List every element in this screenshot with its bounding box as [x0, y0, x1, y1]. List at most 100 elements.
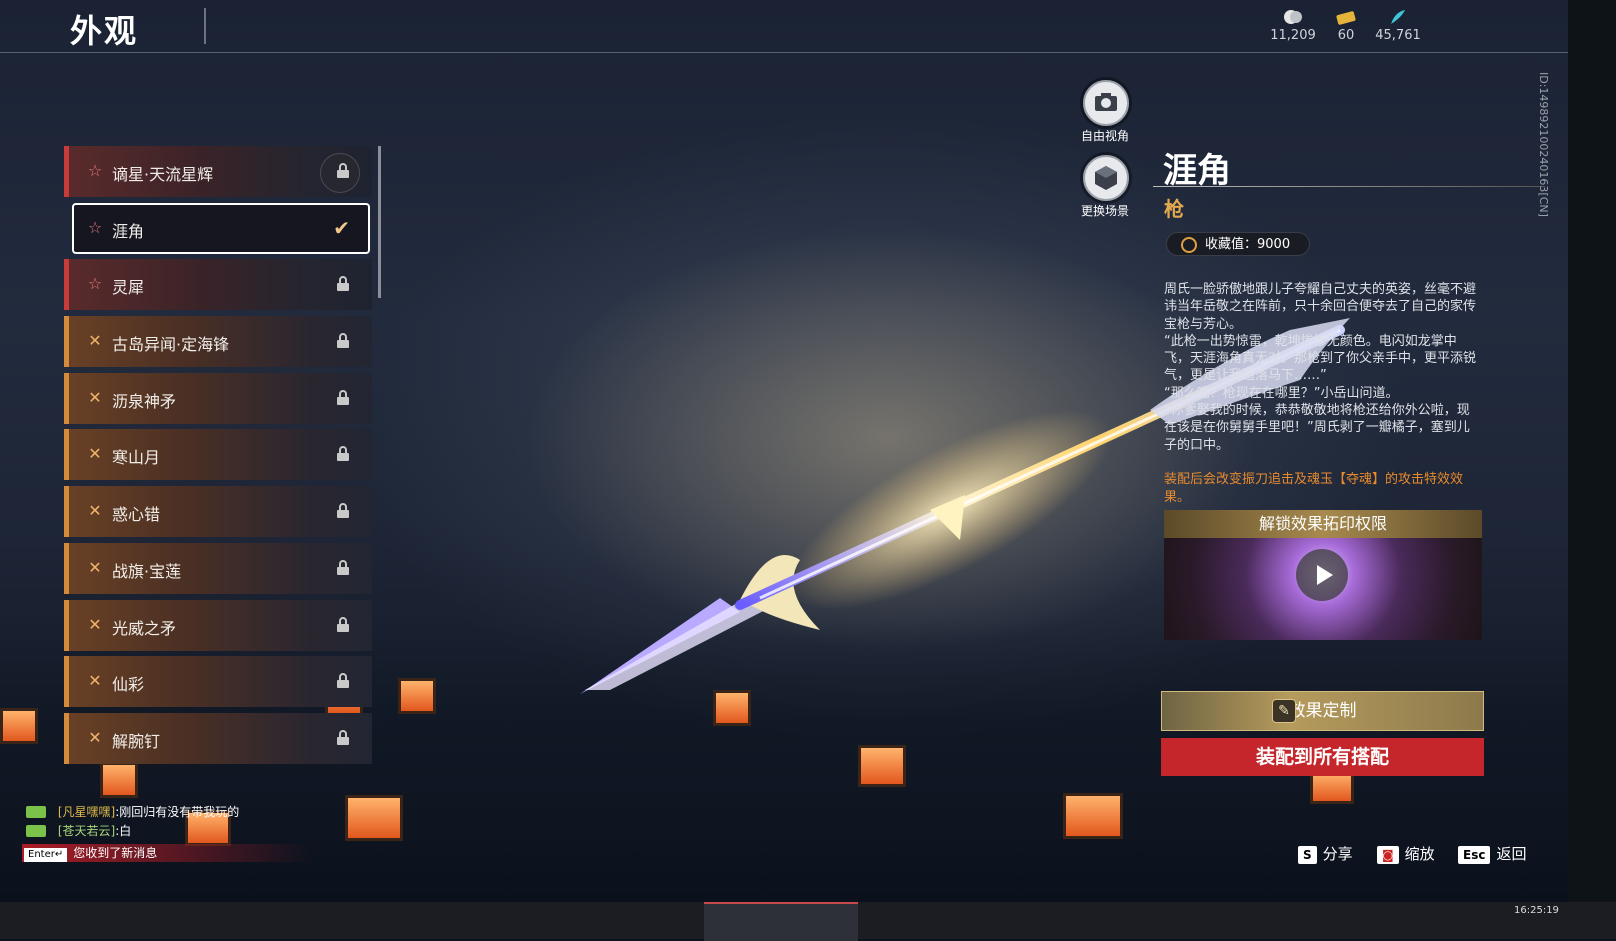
esc-key: Esc: [1458, 846, 1491, 864]
change-scene-label: 更换场景: [1080, 204, 1129, 218]
item-name: 涯角: [1163, 151, 1231, 191]
list-item[interactable]: ☆ 谪星·天流星辉: [64, 146, 372, 197]
chat-sender[interactable]: [凡星嘿嘿]: [58, 805, 115, 819]
lock-icon: [337, 446, 349, 462]
taskbar-active-app[interactable]: [704, 902, 858, 941]
new-message-notice[interactable]: Enter↵ 您收到了新消息: [22, 844, 312, 862]
customize-label: 效果定制: [1288, 701, 1357, 721]
list-item[interactable]: ✕ 惑心错: [64, 486, 372, 538]
rarity-bar: [64, 542, 69, 594]
world-channel-icon: [26, 825, 46, 837]
collection-icon: [1181, 237, 1197, 253]
rarity-bar: [64, 656, 69, 708]
customize-effect-button[interactable]: ✎ 效果定制: [1161, 691, 1484, 731]
checkmark-icon: ✔: [333, 215, 350, 240]
list-item[interactable]: ✕ 沥泉神矛: [64, 372, 372, 424]
change-scene-button[interactable]: [1083, 155, 1129, 201]
cross-star-icon: ✕: [88, 501, 102, 521]
cross-star-icon: ✕: [88, 331, 102, 351]
cross-star-icon: ✕: [88, 614, 102, 634]
lock-icon: [337, 163, 349, 178]
rarity-bar: [64, 316, 69, 368]
collection-value-badge: 收藏值：9000: [1166, 232, 1310, 256]
list-item[interactable]: ☆ 灵犀: [64, 259, 372, 311]
page-title: 外观: [70, 12, 139, 50]
zoom-hint[interactable]: ◙ 缩放: [1377, 843, 1435, 864]
list-item[interactable]: ✕ 寒山月: [64, 429, 372, 481]
currency-coins[interactable]: 11,209: [1263, 8, 1323, 43]
enter-key-hint: Enter↵: [24, 848, 68, 862]
world-channel-icon: [26, 806, 46, 818]
star-icon: ☆: [87, 161, 103, 180]
list-scrollbar[interactable]: [378, 146, 381, 298]
chat-text: :刚回归有没有带我玩的: [115, 805, 240, 819]
item-label: 光威之矛: [112, 618, 177, 638]
cross-star-icon: ✕: [88, 557, 102, 577]
rarity-bar: [64, 486, 69, 538]
cross-star-icon: ✕: [88, 671, 102, 691]
list-item[interactable]: ✕ 仙彩: [64, 656, 372, 708]
cross-star-icon: ✕: [88, 444, 102, 464]
notice-text: 您收到了新消息: [73, 846, 158, 860]
rarity-bar: [64, 712, 69, 764]
item-label: 仙彩: [112, 675, 145, 695]
list-item-selected[interactable]: ☆ 涯角 ✔: [72, 202, 370, 254]
mouse-icon: ◙: [1377, 846, 1399, 864]
list-item[interactable]: ✕ 战旗·宝莲: [64, 542, 372, 594]
s-key: S: [1298, 846, 1317, 864]
item-label: 灵犀: [112, 278, 145, 298]
currency-tickets[interactable]: 60: [1316, 8, 1376, 43]
item-label: 谪星·天流星辉: [112, 165, 214, 184]
currency-feathers[interactable]: 45,761: [1368, 8, 1428, 43]
back-hint[interactable]: Esc 返回: [1458, 843, 1526, 864]
collection-value: 收藏值：9000: [1205, 237, 1291, 252]
lock-icon: [337, 616, 349, 632]
coin-icon: [1284, 10, 1302, 24]
lock-icon: [337, 559, 349, 575]
taskbar-clock: 16:25:19: [1514, 905, 1559, 916]
ticket-icon: [1336, 11, 1356, 25]
currency-coins-value: 11,209: [1270, 28, 1316, 43]
chat-line: [苍天若云]:白: [26, 822, 131, 839]
list-item[interactable]: ✕ 解腕钉: [64, 712, 372, 764]
currency-tickets-value: 60: [1337, 28, 1355, 43]
back-label: 返回: [1496, 845, 1527, 863]
item-type: 枪: [1164, 197, 1184, 221]
list-item[interactable]: ✕ 古岛异闻·定海锋: [64, 316, 372, 368]
play-icon[interactable]: [1296, 549, 1348, 601]
equip-all-button[interactable]: 装配到所有搭配: [1161, 738, 1484, 776]
item-label: 惑心错: [112, 505, 161, 525]
appearance-list[interactable]: ☆ 谪星·天流星辉 ☆ 涯角 ✔ ☆ 灵犀 ✕ 古岛异闻·定海锋 ✕ 沥泉神矛 …: [64, 146, 372, 776]
lock-icon: [337, 389, 349, 405]
lock-icon: [337, 729, 349, 745]
chat-sender[interactable]: [苍天若云]: [58, 824, 115, 838]
camera-icon: [1095, 93, 1117, 111]
rarity-bar: [64, 599, 69, 651]
star-icon: ☆: [87, 217, 103, 237]
cross-star-icon: ✕: [88, 387, 102, 407]
item-label: 沥泉神矛: [112, 391, 177, 411]
item-label: 古岛异闻·定海锋: [112, 335, 230, 355]
free-view-button[interactable]: [1083, 80, 1129, 126]
item-effect: 装配后会改变振刀追击及魂玉【夺魂】的攻击特效效果。: [1164, 472, 1464, 505]
item-label: 解腕钉: [112, 731, 161, 751]
lock-icon: [337, 276, 349, 292]
rarity-bar: [64, 372, 69, 424]
zoom-label: 缩放: [1404, 845, 1435, 863]
lock-icon: [337, 333, 349, 349]
share-label: 分享: [1322, 845, 1353, 863]
chat-text: :白: [115, 824, 132, 838]
top-bar: 外观 11,209 60 45,761: [0, 0, 1568, 53]
lock-icon: [337, 673, 349, 689]
os-taskbar: 16:25:19: [0, 902, 1616, 941]
rarity-bar: [64, 146, 69, 197]
rarity-bar: [64, 259, 69, 311]
list-item[interactable]: ✕ 光威之矛: [64, 599, 372, 651]
cube-icon: [1095, 166, 1117, 190]
screen-edge-strip: [1568, 0, 1616, 902]
currency-feathers-value: 45,761: [1375, 28, 1421, 43]
share-hint[interactable]: S 分享: [1298, 843, 1353, 864]
brush-icon: ✎: [1272, 699, 1296, 723]
feather-icon: [1391, 10, 1405, 24]
title-rule: [1153, 186, 1545, 187]
